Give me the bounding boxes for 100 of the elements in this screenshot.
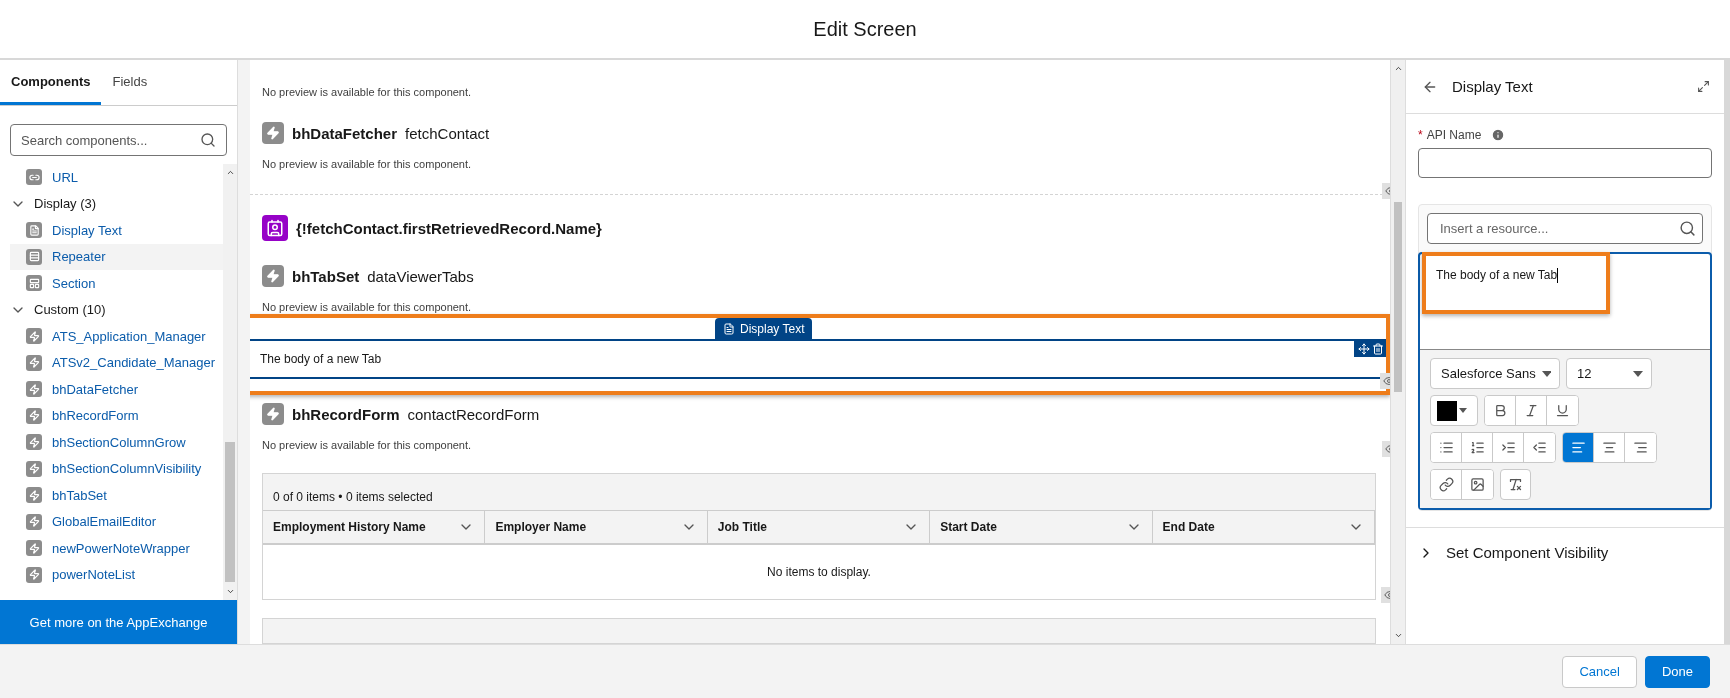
column-header[interactable]: Employment History Name [263, 511, 486, 543]
cancel-button[interactable]: Cancel [1562, 655, 1637, 688]
numbers-icon [1469, 440, 1485, 455]
lightning-icon [262, 403, 284, 425]
lightning-icon [26, 407, 42, 424]
align-center-icon [1601, 440, 1617, 455]
expand-icon[interactable] [1697, 80, 1710, 93]
image-icon [1470, 477, 1485, 492]
lightning-icon [26, 434, 42, 451]
lightning-icon [26, 513, 42, 530]
component-list-item[interactable]: bhSectionColumnVisibility [10, 455, 223, 482]
panel-title: Display Text [1452, 78, 1534, 95]
bullets-icon [1438, 440, 1454, 455]
lightning-icon [26, 487, 42, 504]
appexchange-button[interactable]: Get more on the AppExchange [0, 600, 237, 644]
group-header[interactable]: Display (3) [10, 190, 223, 217]
info-icon[interactable] [1491, 128, 1506, 142]
lightning-icon [26, 460, 42, 477]
lightning-icon [262, 122, 284, 144]
scrollbar-thumb[interactable] [225, 442, 235, 582]
scrollbar[interactable] [1390, 60, 1405, 644]
component-list-item[interactable]: Section [10, 270, 223, 297]
display-text-block[interactable]: The body of a new Tab [250, 339, 1388, 379]
component-list-item[interactable]: bhDataFetcher [10, 376, 223, 403]
link-icon [1438, 477, 1454, 492]
column-header[interactable]: Start Date [930, 511, 1153, 543]
align-left-button[interactable] [1563, 433, 1594, 462]
record-field: {!fetchContact.firstRetrievedRecord.Name} [296, 219, 602, 237]
scrollbar-thumb[interactable] [1394, 202, 1402, 392]
text-icon [26, 222, 42, 239]
move-icon[interactable] [1358, 343, 1370, 355]
clear-icon [1508, 477, 1523, 492]
display-text-tag: Display Text [715, 318, 813, 339]
rich-text-editor[interactable]: The body of a new Tab Salesforce Sans 12 [1418, 252, 1712, 510]
search-icon [1679, 220, 1696, 237]
underline-icon [1555, 403, 1570, 418]
empty-message: No items to display. [263, 545, 1375, 599]
display-text-content: The body of a new Tab [260, 352, 382, 366]
column-header[interactable]: Employer Name [485, 511, 708, 543]
column-header[interactable]: End Date [1152, 511, 1375, 543]
component-list-item[interactable]: Repeater [10, 243, 223, 270]
link-icon [26, 169, 42, 186]
scroll-down-icon[interactable] [1393, 631, 1403, 640]
scroll-down-icon[interactable] [225, 587, 235, 596]
component-list-item[interactable]: GlobalEmailEditor [10, 508, 223, 535]
delete-icon[interactable] [1372, 343, 1384, 355]
component-list-item[interactable]: ATS_Application_Manager [10, 323, 223, 350]
bullets-button[interactable] [1431, 433, 1462, 462]
component-type: bhRecordForm [292, 405, 400, 423]
api-name-field[interactable] [1418, 148, 1712, 178]
panel-tab[interactable]: Fields [101, 60, 159, 105]
preview-message: No preview is available for this component. [262, 439, 473, 453]
group-header[interactable]: Custom (10) [10, 296, 223, 323]
column-header[interactable]: Job Title [707, 511, 931, 543]
component-list-item[interactable]: bhRecordForm [10, 402, 223, 429]
component-list-item[interactable]: bhTabSet [10, 482, 223, 509]
clear-button[interactable] [1500, 469, 1531, 500]
text-icon [723, 322, 735, 335]
align-left-icon [1570, 440, 1586, 455]
lightning-icon [26, 328, 42, 345]
dropdown-icon [1459, 408, 1467, 413]
dropdown-icon [1633, 370, 1643, 377]
bold-button[interactable] [1485, 396, 1516, 425]
search-field[interactable]: Search components... [10, 124, 227, 156]
component-list-item[interactable]: URL [10, 164, 223, 191]
component-list-item[interactable]: powerNoteList [10, 561, 223, 588]
component-list-item[interactable]: newPowerNoteWrapper [10, 535, 223, 562]
component-list-item[interactable]: Display Text [10, 217, 223, 244]
component-list-item[interactable]: bhSectionColumnGrow [10, 429, 223, 456]
repeater-icon [26, 248, 42, 265]
editor-text: The body of a new Tab [1436, 268, 1558, 282]
visibility-section[interactable]: Set Component Visibility [1406, 527, 1724, 577]
scroll-up-icon[interactable] [1393, 64, 1403, 73]
component-list-item[interactable]: ATSv2_Candidate_Manager [10, 349, 223, 376]
field-label: API Name [1426, 128, 1482, 142]
align-right-icon [1633, 440, 1648, 455]
lightning-icon [26, 354, 42, 371]
font-select[interactable]: Salesforce Sans [1430, 358, 1560, 389]
scrollbar[interactable] [223, 164, 237, 600]
link-button[interactable] [1431, 470, 1462, 499]
preview-message: No preview is available for this component. [262, 301, 473, 315]
indent-icon [1500, 440, 1516, 455]
scroll-up-icon[interactable] [225, 168, 235, 177]
lightning-icon [26, 540, 42, 557]
panel-tab[interactable]: Components [0, 60, 102, 105]
lightning-icon [26, 566, 42, 583]
component-name: dataViewerTabs [367, 267, 474, 285]
dropdown-icon [1541, 370, 1551, 377]
component-name: contactRecordForm [407, 405, 540, 423]
done-button[interactable]: Done [1644, 655, 1710, 688]
size-select[interactable]: 12 [1566, 358, 1652, 389]
contact-card-icon [262, 215, 288, 241]
component-name: fetchContact [405, 124, 490, 142]
outdent-icon [1532, 440, 1547, 455]
italic-icon [1523, 403, 1539, 418]
color-picker[interactable] [1430, 395, 1478, 426]
component-type: bhTabSet [292, 267, 360, 285]
table-summary: 0 of 0 items • 0 items selected [272, 489, 434, 506]
resource-search-field[interactable]: Insert a resource... [1427, 213, 1703, 244]
lightning-icon [262, 265, 284, 287]
